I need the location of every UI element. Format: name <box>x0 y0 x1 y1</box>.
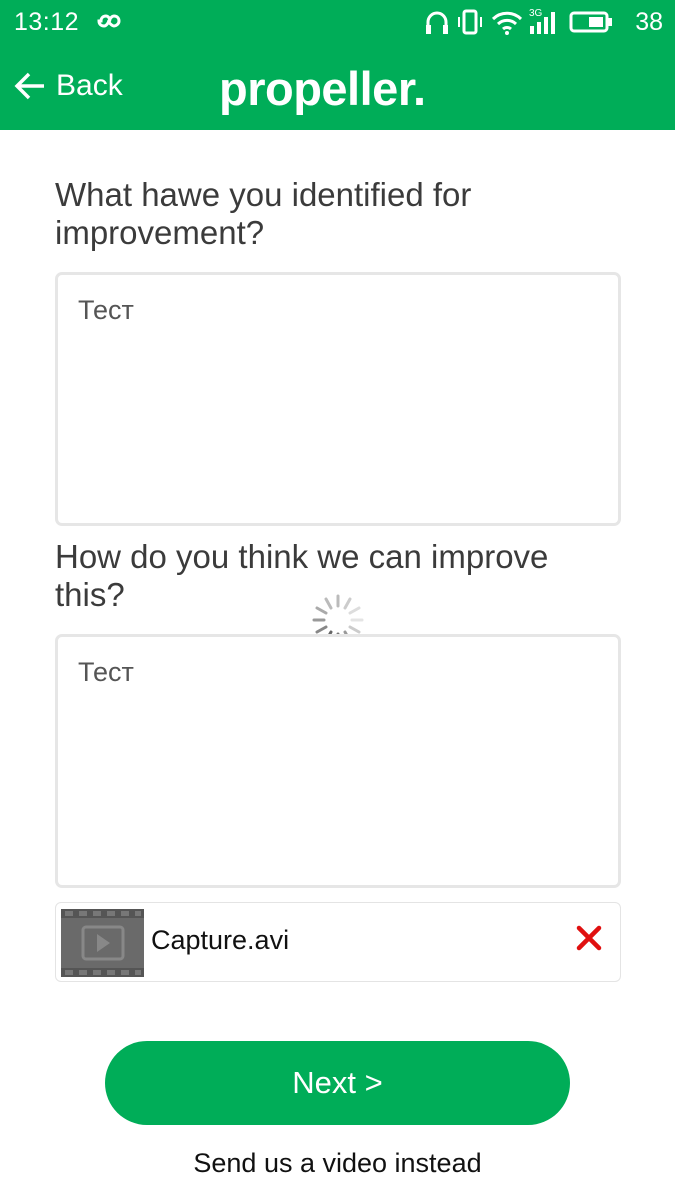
how-improve-field[interactable] <box>55 634 621 888</box>
infinity-icon <box>97 14 121 28</box>
status-time: 13:12 <box>14 8 80 36</box>
status-icons: 3G 38 <box>425 8 665 38</box>
app-bar: Back propeller. <box>0 46 675 130</box>
battery-level: 38 <box>635 8 663 36</box>
close-icon[interactable] <box>576 925 602 951</box>
attachment-filename: Capture.avi <box>151 925 290 955</box>
signal-icon <box>530 12 555 34</box>
video-thumbnail-icon <box>61 909 144 977</box>
attachment-item: Capture.avi <box>55 902 621 982</box>
vibrate-icon <box>458 9 482 35</box>
back-button[interactable]: Back <box>14 66 123 106</box>
send-video-link[interactable]: Send us a video instead <box>0 1148 675 1179</box>
identified-improvement-field[interactable] <box>55 272 621 526</box>
brand-logo: propeller. <box>219 62 426 115</box>
battery-icon <box>569 11 612 33</box>
question-identified: What hawe you identified for improvement… <box>55 176 472 251</box>
screen: 13:12 3G 38 Back propeller. What hawe yo… <box>0 0 675 1200</box>
back-label: Back <box>56 69 123 102</box>
headphones-icon <box>426 11 448 34</box>
next-button[interactable]: Next > <box>105 1041 570 1125</box>
wifi-icon <box>491 11 523 35</box>
arrow-left-icon <box>14 72 44 100</box>
status-bar: 13:12 3G 38 <box>0 0 675 46</box>
